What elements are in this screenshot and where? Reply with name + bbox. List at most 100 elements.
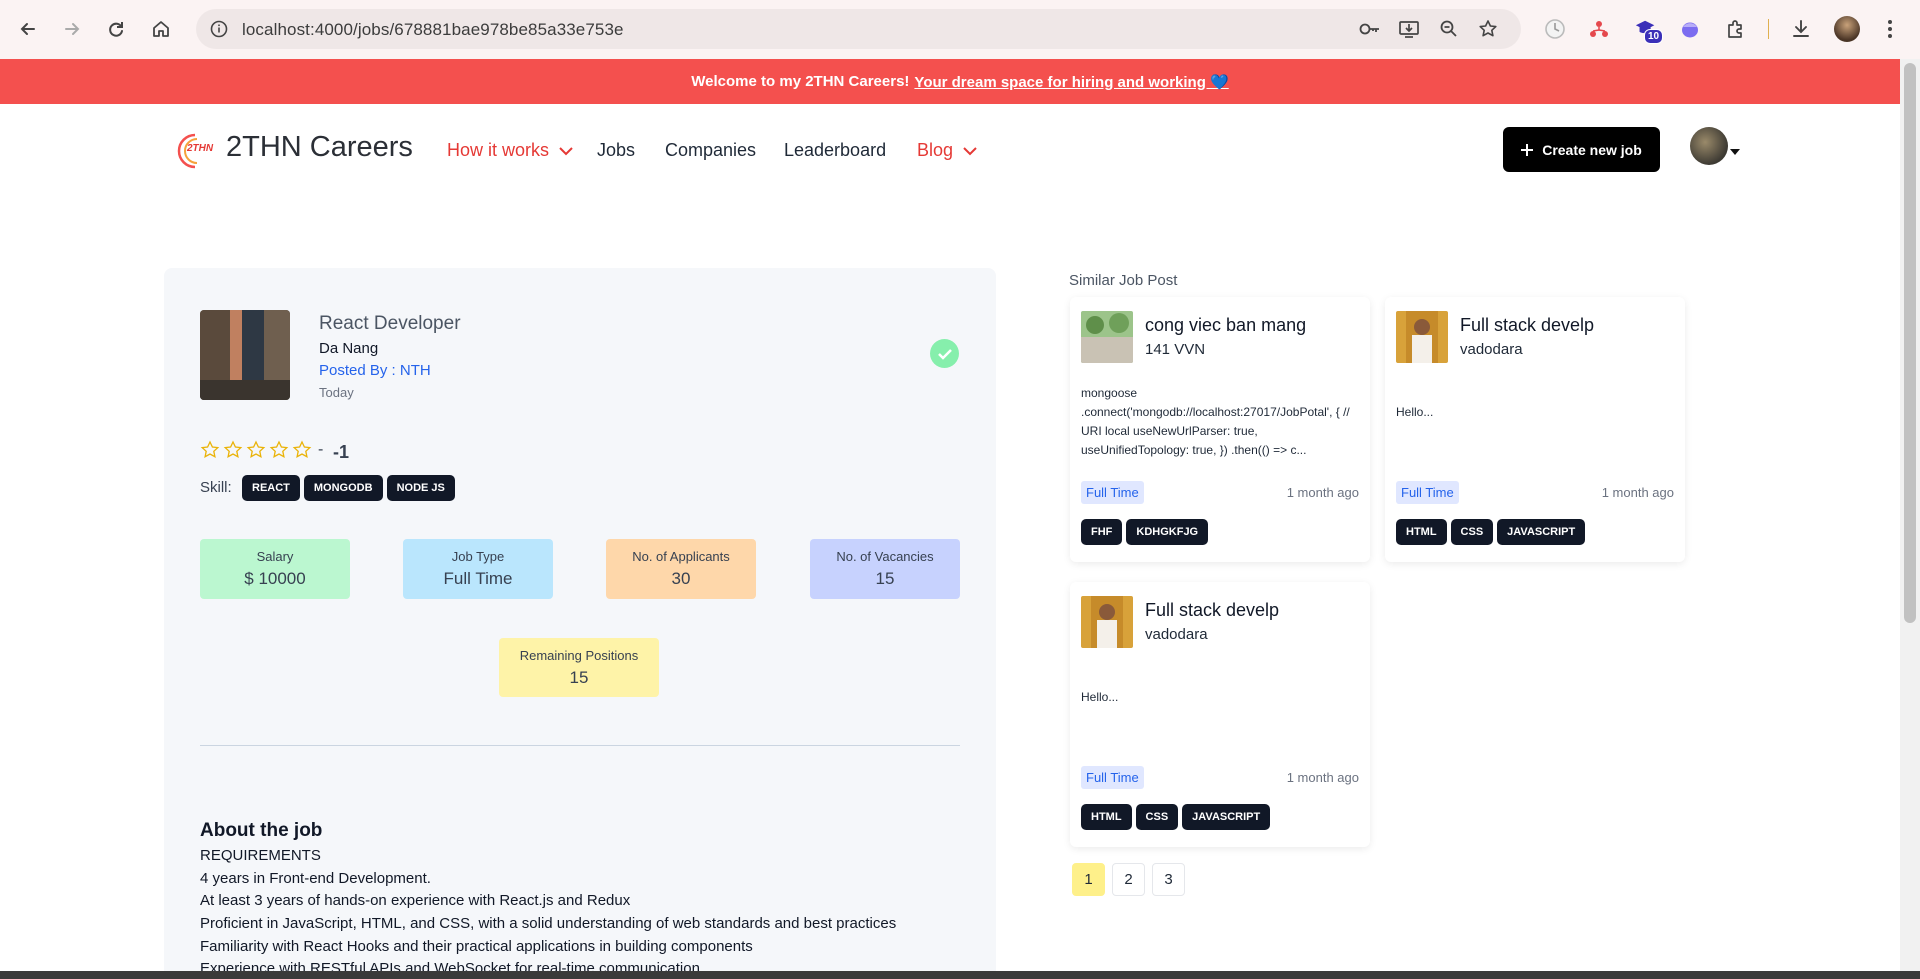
skill-tag: KDHGKFJG <box>1126 519 1209 545</box>
skill-tag: MONGODB <box>303 475 383 501</box>
star-icon[interactable] <box>292 440 312 460</box>
downloads-icon[interactable] <box>1789 17 1813 41</box>
skill-tag: FHF <box>1081 519 1123 545</box>
skill-tag: REACT <box>242 475 300 501</box>
nav-blog-label: Blog <box>917 140 954 160</box>
pagination-page-2[interactable]: 2 <box>1112 863 1145 896</box>
similar-job-description: Hello... <box>1081 690 1119 704</box>
similar-job-card[interactable]: cong viec ban mang 141 VVN mongoose .con… <box>1070 297 1370 562</box>
about-line: REQUIREMENTS <box>200 847 321 864</box>
salary-stat: Salary $ 10000 <box>200 539 350 599</box>
chevron-down-icon <box>962 146 978 156</box>
rating-value: -1 <box>333 442 350 462</box>
star-icon[interactable] <box>223 440 243 460</box>
skill-label: Skill: <box>200 479 232 496</box>
nav-how-it-works-label: How it works <box>447 140 550 160</box>
page-scrollbar[interactable] <box>1900 59 1920 971</box>
nav-leaderboard[interactable]: Leaderboard <box>784 140 886 161</box>
similar-job-description: Hello... <box>1396 405 1434 419</box>
similar-heading: Similar Job Post <box>1069 272 1178 289</box>
pagination-page-3[interactable]: 3 <box>1152 863 1185 896</box>
similar-job-title: cong viec ban mang <box>1145 315 1307 335</box>
job-type-stat: Job Type Full Time <box>403 539 553 599</box>
banner-welcome-text: Welcome to my 2THN Careers! <box>691 73 910 90</box>
job-type-label: Job Type <box>451 549 505 564</box>
extension-graduation-icon[interactable]: 10 <box>1634 17 1664 44</box>
skill-tag: CSS <box>1135 804 1179 830</box>
password-key-icon[interactable] <box>1359 20 1381 38</box>
bookmark-star-icon[interactable] <box>1478 19 1498 39</box>
nav-jobs[interactable]: Jobs <box>597 140 635 161</box>
similar-job-image <box>1081 596 1133 648</box>
skill-tag: HTML <box>1396 519 1447 545</box>
section-divider <box>200 745 960 746</box>
profile-avatar-icon[interactable] <box>1834 16 1860 42</box>
similar-job-title: Full stack develp <box>1145 600 1280 620</box>
back-icon[interactable] <box>14 15 42 43</box>
rating-dash: - <box>318 441 324 458</box>
remaining-value: 15 <box>569 668 589 687</box>
browser-toolbar: localhost:4000/jobs/678881bae978be85a33e… <box>0 0 1920 59</box>
nav-blog[interactable]: Blog <box>917 140 978 161</box>
job-type-value: Full Time <box>443 569 513 588</box>
about-heading: About the job <box>200 820 323 841</box>
url-text[interactable]: localhost:4000/jobs/678881bae978be85a33e… <box>242 20 624 40</box>
rating-stars[interactable] <box>200 440 312 460</box>
scrollbar-thumb[interactable] <box>1904 63 1916 623</box>
skill-tag: HTML <box>1081 804 1132 830</box>
similar-job-card[interactable]: Full stack develp vadodara Hello... Full… <box>1070 582 1370 847</box>
nav-companies[interactable]: Companies <box>665 140 756 161</box>
job-title: React Developer <box>319 313 461 334</box>
similar-job-card[interactable]: Full stack develp vadodara Hello... Full… <box>1385 297 1685 562</box>
about-line: 4 years in Front-end Development. <box>200 870 431 887</box>
similar-job-image <box>1081 311 1133 363</box>
extension-purple-icon[interactable] <box>1678 17 1702 41</box>
banner-link[interactable]: Your dream space for hiring and working … <box>914 73 1228 91</box>
site-title[interactable]: 2THN Careers <box>226 131 413 164</box>
extension-timer-icon[interactable] <box>1543 17 1567 41</box>
extension-badge: 10 <box>1644 29 1664 44</box>
salary-label: Salary <box>256 549 294 564</box>
similar-job-type: Full Time <box>1081 766 1144 789</box>
company-logo <box>200 310 290 400</box>
verified-check-icon <box>930 339 959 368</box>
menu-kebab-icon[interactable] <box>1878 17 1902 41</box>
create-new-job-label: Create new job <box>1542 141 1642 158</box>
caret-down-icon[interactable] <box>1729 148 1741 156</box>
applicants-stat: No. of Applicants 30 <box>606 539 756 599</box>
zoom-icon[interactable] <box>1439 19 1459 39</box>
job-posted-by[interactable]: Posted By : NTH <box>319 362 431 379</box>
create-new-job-button[interactable]: Create new job <box>1503 127 1660 172</box>
applicants-value: 30 <box>671 569 691 588</box>
extensions-puzzle-icon[interactable] <box>1724 17 1748 41</box>
nav-how-it-works[interactable]: How it works <box>447 140 574 161</box>
similar-job-title: Full stack develp <box>1460 315 1595 335</box>
remaining-stat: Remaining Positions 15 <box>499 638 659 697</box>
install-app-icon[interactable] <box>1398 19 1420 39</box>
remaining-label: Remaining Positions <box>519 648 639 663</box>
site-info-icon[interactable] <box>210 20 228 38</box>
address-bar[interactable]: localhost:4000/jobs/678881bae978be85a33e… <box>196 9 1521 49</box>
similar-job-time: 1 month ago <box>1601 485 1674 500</box>
star-icon[interactable] <box>269 440 289 460</box>
similar-job-type: Full Time <box>1396 481 1459 504</box>
similar-job-time: 1 month ago <box>1286 770 1359 785</box>
forward-icon[interactable] <box>58 15 86 43</box>
vacancies-label: No. of Vacancies <box>836 549 934 564</box>
home-icon[interactable] <box>147 15 175 43</box>
about-line: Familiarity with React Hooks and their p… <box>200 938 753 955</box>
salary-value: $ 10000 <box>244 569 306 588</box>
pagination-page-1[interactable]: 1 <box>1072 863 1105 896</box>
chevron-down-icon <box>558 146 574 156</box>
extension-tree-icon[interactable] <box>1587 17 1611 41</box>
similar-job-type: Full Time <box>1081 481 1144 504</box>
star-icon[interactable] <box>246 440 266 460</box>
reload-icon[interactable] <box>102 15 130 43</box>
about-line: At least 3 years of hands-on experience … <box>200 892 631 909</box>
user-avatar[interactable] <box>1690 127 1728 165</box>
welcome-banner: Welcome to my 2THN Careers! Your dream s… <box>0 59 1920 104</box>
star-icon[interactable] <box>200 440 220 460</box>
similar-job-tags: HTML CSS JAVASCRIPT <box>1081 804 1274 830</box>
toolbar-divider <box>1768 19 1769 39</box>
site-logo[interactable]: 2THN <box>175 131 219 171</box>
